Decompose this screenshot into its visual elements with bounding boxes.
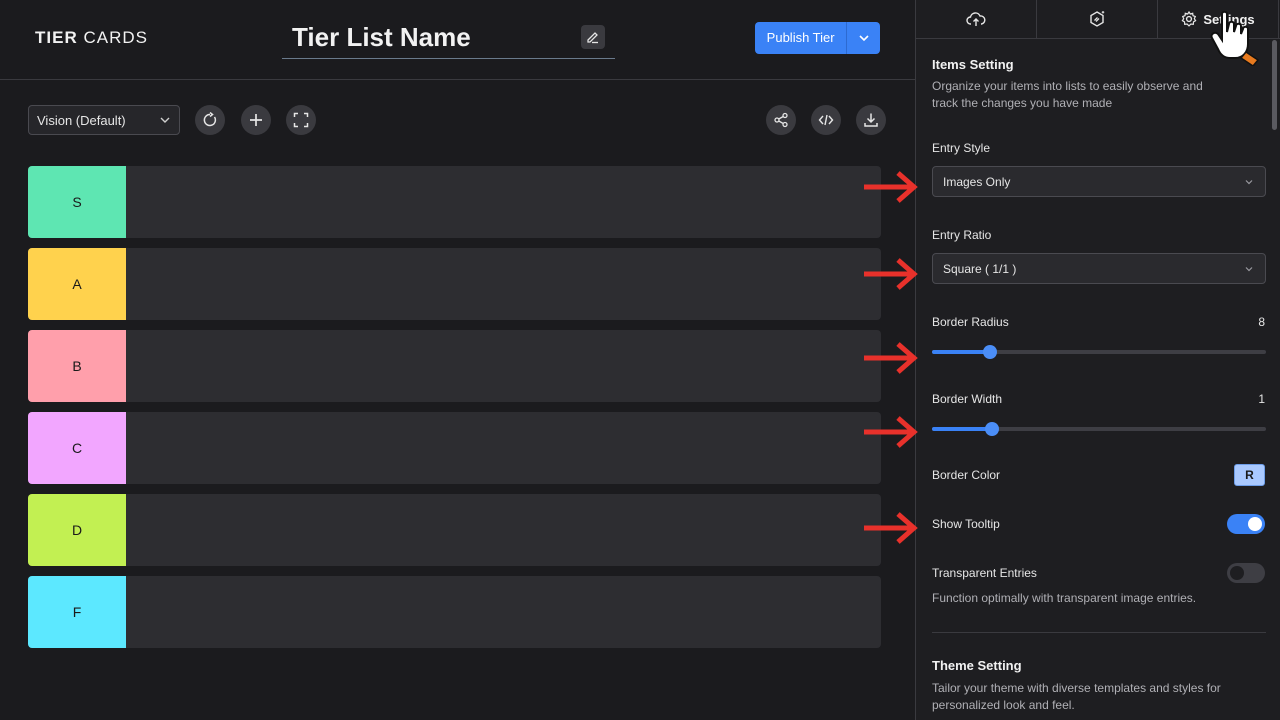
tier-row-d[interactable]: D [28,494,881,566]
toggle-knob [1248,517,1262,531]
gear-icon [1181,11,1197,27]
tier-row-c[interactable]: C [28,412,881,484]
slider-thumb[interactable] [983,345,997,359]
tier-label[interactable]: F [28,576,126,648]
tier-list-title-field[interactable]: Tier List Name [282,18,615,59]
embed-code-button[interactable] [811,105,841,135]
tier-label[interactable]: S [28,166,126,238]
border-radius-label: Border Radius [932,315,1009,329]
border-radius-slider[interactable] [932,345,1266,359]
settings-panel: Settings Items Setting Organize your ite… [915,0,1280,720]
fullscreen-icon [293,112,309,128]
tier-label[interactable]: D [28,494,126,566]
add-tier-button[interactable] [241,105,271,135]
magic-cube-icon [1090,11,1105,27]
chevron-down-icon [1245,267,1253,272]
tab-upload[interactable] [916,0,1037,38]
download-icon [864,113,878,127]
publish-tier-button-group: Publish Tier [755,22,880,54]
tier-label[interactable]: A [28,248,126,320]
tier-row-b[interactable]: B [28,330,881,402]
transparent-entries-toggle[interactable] [1227,563,1265,583]
chevron-down-icon [859,35,869,42]
cloud-upload-icon [966,12,986,26]
tier-row-a[interactable]: A [28,248,881,320]
panel-scrollbar[interactable] [1272,40,1277,130]
edit-title-button[interactable] [581,25,605,49]
plus-icon [250,114,262,126]
annotation-arrow [864,512,918,544]
border-width-slider[interactable] [932,422,1266,436]
page-title[interactable]: Tier List Name [292,22,471,53]
template-select[interactable]: Vision (Default) [28,105,180,135]
slider-thumb[interactable] [985,422,999,436]
show-tooltip-label: Show Tooltip [932,517,1000,531]
fullscreen-button[interactable] [286,105,316,135]
tab-ai[interactable] [1037,0,1158,38]
border-width-value: 1 [1258,392,1265,406]
share-icon [774,112,788,128]
refresh-icon [203,112,217,127]
publish-tier-button[interactable]: Publish Tier [755,22,848,54]
code-icon [818,114,834,126]
pencil-icon [587,32,598,44]
share-button[interactable] [766,105,796,135]
annotation-arrow [864,171,918,203]
transparent-entries-label: Transparent Entries [932,566,1037,580]
border-color-label: Border Color [932,468,1001,482]
entry-ratio-select[interactable]: Square ( 1/1 ) [932,253,1266,284]
publish-options-dropdown[interactable] [847,22,880,54]
download-button[interactable] [856,105,886,135]
annotation-arrow [864,258,918,290]
tier-row-s[interactable]: S [28,166,881,238]
brand-logo[interactable]: TIER CARDS [35,28,148,48]
slider-fill [932,427,992,431]
slider-fill [932,350,990,354]
entry-style-select[interactable]: Images Only [932,166,1266,197]
border-radius-value: 8 [1258,315,1265,329]
divider [932,632,1266,633]
chevron-down-icon [1245,180,1253,185]
annotation-arrow [864,416,918,448]
entry-ratio-label: Entry Ratio [932,228,992,242]
tier-label[interactable]: B [28,330,126,402]
show-tooltip-toggle[interactable] [1227,514,1265,534]
theme-setting-heading: Theme Setting [932,658,1022,673]
items-setting-description: Organize your items into lists to easily… [932,79,1203,110]
tier-row-f[interactable]: F [28,576,881,648]
tier-label[interactable]: C [28,412,126,484]
reset-button[interactable] [195,105,225,135]
theme-setting-description: Tailor your theme with diverse templates… [932,681,1221,712]
hand-cursor-icon [1210,10,1260,66]
annotation-arrow [864,342,918,374]
chevron-down-icon [160,117,170,123]
border-width-label: Border Width [932,392,1003,406]
transparent-entries-description: Function optimally with transparent imag… [932,591,1197,605]
entry-style-label: Entry Style [932,141,991,155]
top-bar: TIER CARDS Tier List Name Publish Tier [0,0,915,80]
border-color-swatch[interactable]: R [1234,464,1265,486]
toggle-knob [1230,566,1244,580]
items-setting-heading: Items Setting [932,57,1014,72]
